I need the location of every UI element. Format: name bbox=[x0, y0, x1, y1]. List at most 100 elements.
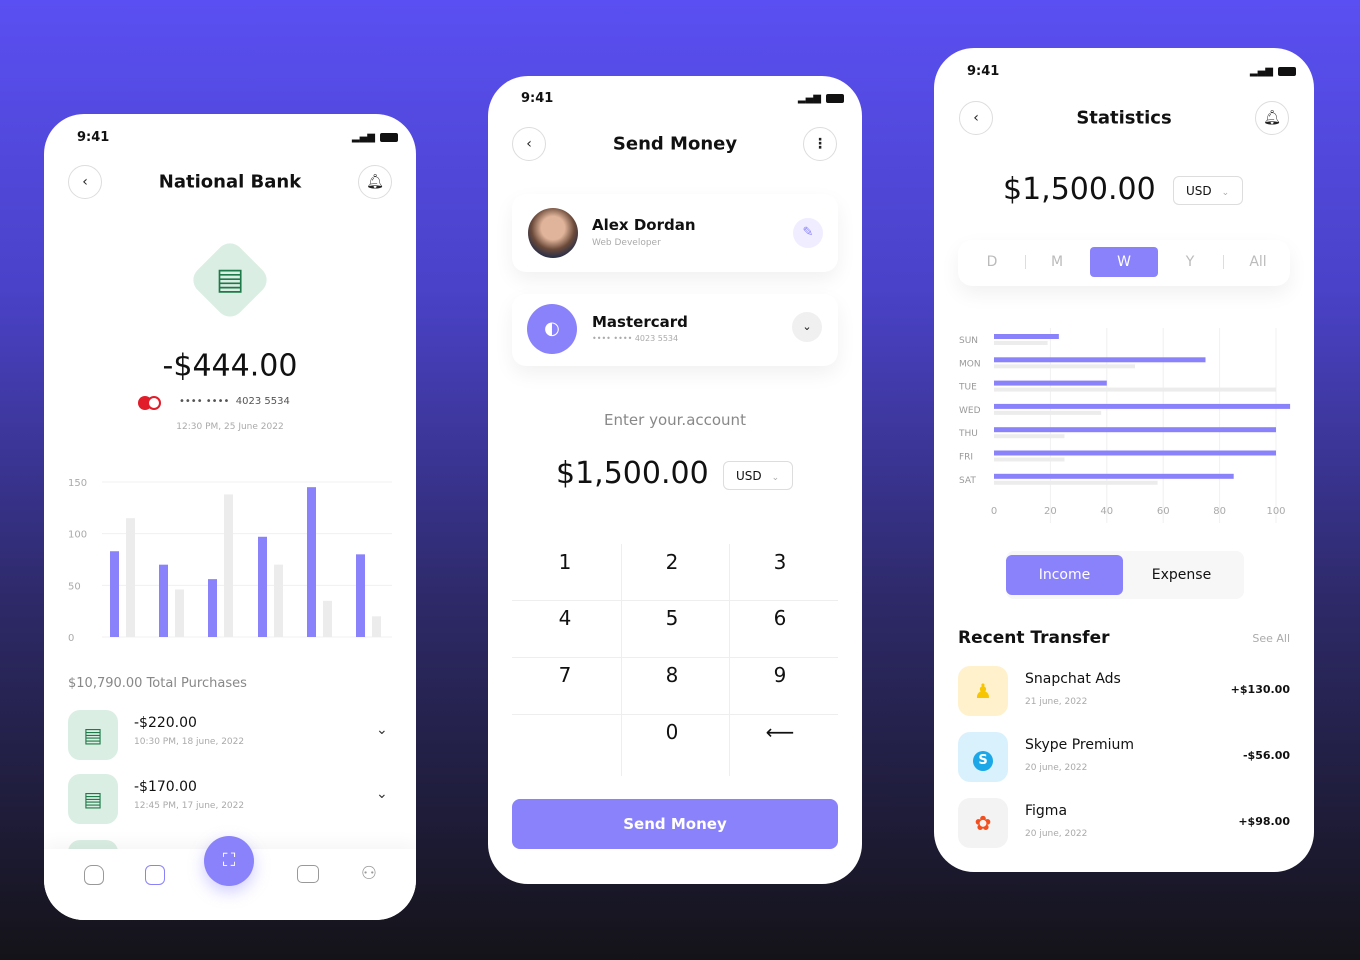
figma-icon: ✿ bbox=[958, 798, 1008, 848]
status-icons: ▂▄▆ bbox=[798, 93, 844, 104]
bar-primary bbox=[994, 357, 1206, 363]
skype-icon: S bbox=[958, 732, 1008, 782]
transaction-amount: -$170.00 bbox=[134, 779, 197, 795]
key-0[interactable]: 0 bbox=[666, 720, 679, 744]
category-label: SAT bbox=[959, 476, 976, 486]
period-tab-y[interactable]: Y bbox=[1156, 247, 1224, 277]
amount-prompt: Enter your.account bbox=[604, 411, 746, 429]
home-icon[interactable] bbox=[84, 865, 104, 885]
card-masked: •••• •••• bbox=[179, 396, 230, 407]
edit-icon[interactable]: ✎ bbox=[793, 218, 823, 248]
bar-secondary bbox=[994, 457, 1065, 462]
card-last: 4023 5534 bbox=[235, 396, 290, 407]
card-name: Mastercard bbox=[592, 313, 688, 331]
x-tick-label: 0 bbox=[991, 506, 997, 517]
period-tab-w[interactable]: W bbox=[1090, 247, 1158, 277]
total-purchases: $10,790.00 Total Purchases bbox=[68, 676, 247, 691]
transfer-name: Figma bbox=[1025, 803, 1068, 819]
transfer-name: Snapchat Ads bbox=[1025, 671, 1121, 687]
key-4[interactable]: 4 bbox=[559, 606, 572, 630]
transaction-date: 10:30 PM, 18 june, 2022 bbox=[134, 737, 245, 747]
transaction-item[interactable]: ▤ -$170.00 12:45 PM, 17 june, 2022 ⌄ bbox=[68, 774, 394, 824]
profile-icon[interactable]: ⚇ bbox=[360, 863, 378, 885]
category-label: MON bbox=[959, 359, 981, 369]
bar-secondary bbox=[175, 589, 184, 637]
bar-primary bbox=[994, 334, 1059, 339]
transfer-date: 20 june, 2022 bbox=[1025, 763, 1088, 773]
transaction-date: 12:45 PM, 17 june, 2022 bbox=[134, 801, 245, 811]
divider bbox=[512, 657, 838, 658]
transfer-item[interactable]: ✿ Figma 20 june, 2022 +$98.00 bbox=[958, 798, 1290, 848]
bar-secondary bbox=[994, 387, 1276, 392]
currency-select[interactable]: USD ⌄ bbox=[723, 461, 793, 490]
bell-icon[interactable]: 🔔︎ bbox=[358, 165, 392, 199]
bar-primary bbox=[994, 427, 1276, 433]
bar-primary bbox=[159, 564, 168, 637]
backspace-key[interactable]: ⟵ bbox=[766, 720, 795, 744]
currency-value: USD bbox=[1186, 184, 1212, 198]
bar-secondary bbox=[994, 341, 1048, 345]
key-5[interactable]: 5 bbox=[666, 606, 679, 630]
category-label: FRI bbox=[959, 453, 973, 463]
back-button[interactable]: ‹ bbox=[512, 127, 546, 161]
bank-icon: ▤ bbox=[215, 262, 245, 297]
amount: -$444.00 bbox=[162, 348, 298, 384]
bar-primary bbox=[258, 536, 267, 637]
expense-tab[interactable]: Expense bbox=[1123, 555, 1240, 595]
transfer-name: Skype Premium bbox=[1025, 737, 1135, 753]
transfer-item[interactable]: ♟ Snapchat Ads 21 june, 2022 +$130.00 bbox=[958, 666, 1290, 716]
purchases-chart: 0 50 100 150 bbox=[68, 478, 392, 644]
snapchat-icon: ♟ bbox=[958, 666, 1008, 716]
key-7[interactable]: 7 bbox=[559, 663, 572, 687]
bar-primary bbox=[208, 579, 217, 637]
y-tick-label: 150 bbox=[68, 478, 87, 489]
divider bbox=[621, 544, 622, 776]
bell-icon[interactable]: 🔔︎ bbox=[1255, 101, 1289, 135]
payment-card-select[interactable]: ◐ Mastercard •••• •••• 4023 5534 ⌄ bbox=[512, 294, 838, 366]
bar-primary bbox=[994, 403, 1291, 409]
see-all-link[interactable]: See All bbox=[1252, 632, 1290, 645]
recipient-card[interactable]: Alex Dordan Web Developer ✎ bbox=[512, 194, 838, 272]
x-tick-label: 80 bbox=[1213, 506, 1226, 517]
income-tab[interactable]: Income bbox=[1006, 555, 1123, 595]
balance: $1,500.00 bbox=[1003, 172, 1156, 207]
currency-select[interactable]: USD ⌄ bbox=[1173, 176, 1243, 205]
chevron-down-icon[interactable]: ⌄ bbox=[792, 312, 822, 342]
period-tab-all[interactable]: All bbox=[1224, 247, 1292, 277]
category-label: THU bbox=[958, 429, 978, 439]
chevron-down-icon[interactable]: ⌄ bbox=[376, 786, 388, 802]
key-2[interactable]: 2 bbox=[666, 550, 679, 574]
more-options-icon[interactable]: ⋮ bbox=[803, 127, 837, 161]
bar-secondary bbox=[274, 564, 283, 637]
transfer-item[interactable]: S Skype Premium 20 june, 2022 -$56.00 bbox=[958, 732, 1290, 782]
divider bbox=[512, 714, 838, 715]
period-tab-d[interactable]: D bbox=[958, 247, 1026, 277]
page-title: National Bank bbox=[158, 171, 302, 193]
datetime: 12:30 PM, 25 June 2022 bbox=[176, 422, 284, 432]
key-6[interactable]: 6 bbox=[774, 606, 787, 630]
transfer-amount: +$98.00 bbox=[1238, 815, 1290, 828]
back-button[interactable]: ‹ bbox=[959, 101, 993, 135]
income-expense-toggle: Income Expense bbox=[1006, 551, 1244, 599]
activity-icon[interactable] bbox=[145, 865, 165, 885]
card-number: •••• •••• 4023 5534 bbox=[592, 334, 679, 343]
status-time: 9:41 bbox=[77, 130, 110, 145]
chevron-down-icon[interactable]: ⌄ bbox=[376, 722, 388, 738]
key-1[interactable]: 1 bbox=[559, 550, 572, 574]
status-icons: ▂▄▆ bbox=[1250, 66, 1296, 77]
y-tick-label: 0 bbox=[68, 633, 74, 644]
x-tick-label: 100 bbox=[1266, 506, 1285, 517]
scan-button[interactable]: ⛶ bbox=[204, 836, 254, 886]
weekly-chart: 0 20 40 60 80 100 SUN MON TUE WED THU FRI SAT bbox=[958, 328, 1291, 523]
back-button[interactable]: ‹ bbox=[68, 165, 102, 199]
key-9[interactable]: 9 bbox=[774, 663, 787, 687]
key-3[interactable]: 3 bbox=[774, 550, 787, 574]
category-label: SUN bbox=[959, 336, 978, 346]
period-tab-m[interactable]: M bbox=[1023, 247, 1091, 277]
x-tick-label: 60 bbox=[1157, 506, 1170, 517]
transaction-item[interactable]: ▤ -$220.00 10:30 PM, 18 june, 2022 ⌄ bbox=[68, 710, 394, 760]
bar-secondary bbox=[994, 480, 1158, 485]
wallet-icon[interactable] bbox=[297, 865, 319, 883]
key-8[interactable]: 8 bbox=[666, 663, 679, 687]
send-money-button[interactable]: Send Money bbox=[512, 799, 838, 849]
